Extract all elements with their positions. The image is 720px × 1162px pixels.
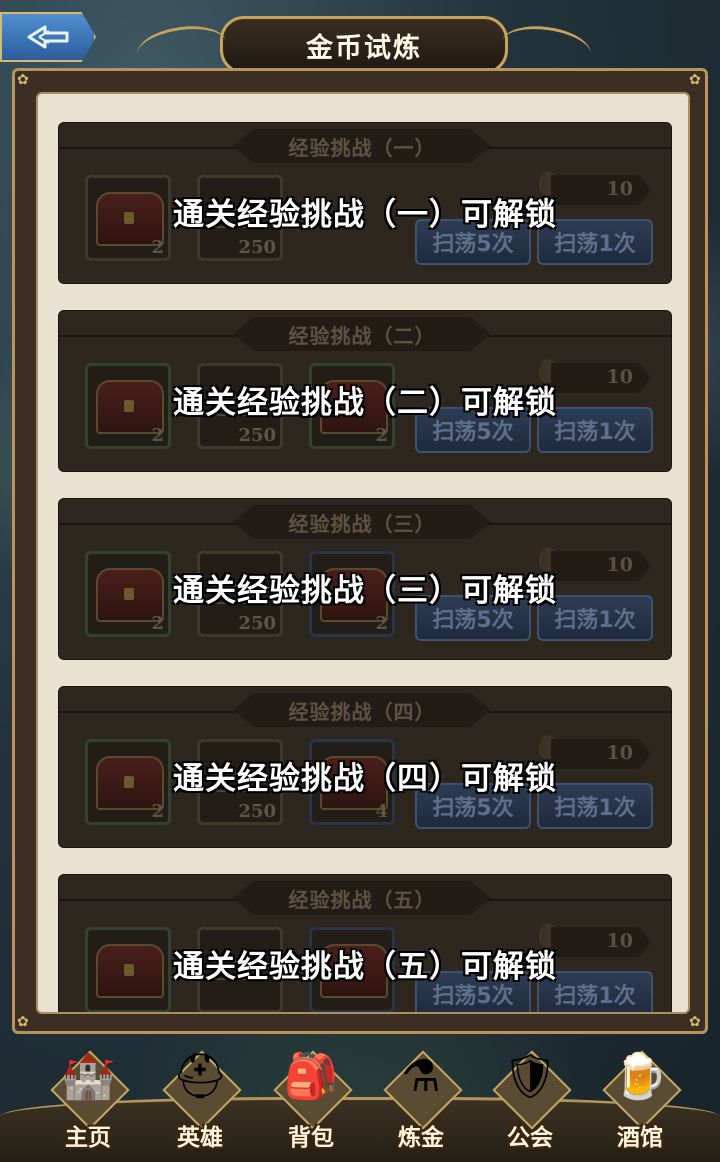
corner-ornament-icon: ✿ — [17, 1014, 29, 1030]
reward-count: 2 — [375, 425, 388, 446]
challenge-card[interactable]: 经验挑战（三） 2 EXP 250 2 10 扫荡5次 扫荡1次 通关经验挑战（三）可解锁 — [58, 498, 672, 660]
nav-label: 公会 — [507, 1125, 553, 1151]
unlock-requirement-text: 通关经验挑战（二）可解锁 — [173, 385, 557, 421]
reward-count: 250 — [238, 425, 276, 446]
challenge-name-plate: 经验挑战（五） — [233, 881, 491, 915]
unlock-requirement-text: 通关经验挑战（五）可解锁 — [173, 949, 557, 985]
reward-count: 2 — [151, 613, 164, 634]
reward-count: 250 — [238, 613, 276, 634]
challenge-name: 经验挑战（二） — [288, 323, 436, 348]
back-button[interactable] — [0, 12, 96, 62]
challenge-card[interactable]: 经验挑战（一） 2 EXP 250 10 扫荡5次 扫荡1次 通关经验挑战（一）可解锁 — [58, 122, 672, 284]
nav-item-1[interactable]: ⛑ 英雄 — [152, 1034, 248, 1152]
backpack-icon: 🎒 — [283, 1051, 339, 1102]
reward-count: 2 — [151, 237, 164, 258]
corner-ornament-icon: ✿ — [17, 72, 29, 88]
challenge-name-plate: 经验挑战（三） — [233, 505, 491, 539]
challenge-name-plate: 经验挑战（四） — [233, 693, 491, 727]
corner-ornament-icon: ✿ — [689, 1014, 701, 1030]
corner-ornament-icon: ✿ — [689, 72, 701, 88]
nav-item-4[interactable]: 🛡 公会 — [482, 1034, 578, 1152]
guild-shield-icon: 🛡 — [502, 1051, 558, 1102]
knight-helmet-icon: ⛑ — [172, 1051, 228, 1102]
challenge-name: 经验挑战（四） — [288, 699, 436, 724]
potion-icon: ⚗ — [401, 1050, 441, 1102]
unlock-requirement-text: 通关经验挑战（三）可解锁 — [173, 573, 557, 609]
challenge-name-plate: 经验挑战（二） — [233, 317, 491, 351]
nav-item-5[interactable]: 🍺 酒馆 — [592, 1034, 688, 1152]
page-title: 金币试炼 — [306, 32, 422, 64]
nav-label: 主页 — [65, 1125, 111, 1151]
reward-count: 2 — [151, 425, 164, 446]
challenge-list-panel[interactable]: 经验挑战（一） 2 EXP 250 10 扫荡5次 扫荡1次 通关经验挑战（一）可解锁 经验挑战… — [36, 92, 690, 1014]
back-arrow-icon — [27, 25, 69, 49]
castle-icon: 🏰 — [60, 1051, 116, 1102]
reward-count: 4 — [375, 801, 388, 822]
nav-label: 背包 — [288, 1125, 334, 1151]
nav-label: 炼金 — [398, 1125, 444, 1151]
challenge-card[interactable]: 经验挑战（四） 2 EXP 250 4 10 扫荡5次 扫荡1次 通关经验挑战（四）可解锁 — [58, 686, 672, 848]
challenge-card[interactable]: 经验挑战（五） EXP 10 扫荡5次 扫荡1次 通关经验挑战（五）可解锁 — [58, 874, 672, 1012]
nav-item-3[interactable]: ⚗ 炼金 — [373, 1034, 469, 1152]
reward-count: 2 — [375, 613, 388, 634]
unlock-requirement-text: 通关经验挑战（一）可解锁 — [173, 197, 557, 233]
title-plate: 金币试炼 — [134, 16, 594, 77]
unlock-requirement-text: 通关经验挑战（四）可解锁 — [173, 761, 557, 797]
challenge-name: 经验挑战（一） — [288, 135, 436, 160]
challenge-list[interactable]: 经验挑战（一） 2 EXP 250 10 扫荡5次 扫荡1次 通关经验挑战（一）可解锁 经验挑战… — [58, 122, 672, 1012]
reward-count: 2 — [151, 801, 164, 822]
nav-item-0[interactable]: 🏰 主页 — [40, 1034, 136, 1152]
nav-label: 英雄 — [177, 1125, 223, 1151]
nav-item-2[interactable]: 🎒 背包 — [263, 1034, 359, 1152]
nav-label: 酒馆 — [617, 1125, 663, 1151]
challenge-name: 经验挑战（五） — [288, 887, 436, 912]
reward-count: 250 — [238, 237, 276, 258]
challenge-name: 经验挑战（三） — [288, 511, 436, 536]
challenge-card[interactable]: 经验挑战（二） 2 EXP 250 2 10 扫荡5次 扫荡1次 通关经验挑战（二）可解锁 — [58, 310, 672, 472]
reward-count: 250 — [238, 801, 276, 822]
challenge-name-plate: 经验挑战（一） — [233, 129, 491, 163]
tavern-mug-icon: 🍺 — [612, 1051, 668, 1102]
bottom-nav: 🏰 主页 ⛑ 英雄 🎒 背包 ⚗ 炼金 🛡 公会 🍺 酒馆 — [0, 1036, 720, 1162]
